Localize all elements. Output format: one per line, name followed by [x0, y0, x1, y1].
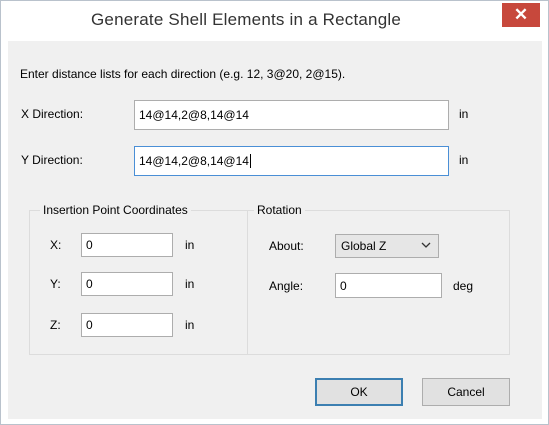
cancel-button[interactable]: Cancel	[422, 378, 510, 406]
insertion-point-title: Insertion Point Coordinates	[40, 203, 191, 217]
instructions-text: Enter distance lists for each direction …	[20, 67, 346, 81]
insertion-y-label: Y:	[50, 277, 61, 291]
rotation-about-label: About:	[269, 239, 304, 253]
rotation-title: Rotation	[254, 203, 305, 217]
y-direction-value: 14@14,2@8,14@14	[139, 154, 249, 168]
rotation-angle-label: Angle:	[269, 279, 304, 293]
y-direction-label: Y Direction:	[21, 153, 83, 167]
y-direction-input[interactable]: 14@14,2@8,14@14	[134, 146, 449, 176]
text-caret	[249, 154, 251, 168]
insertion-x-unit: in	[185, 238, 195, 252]
insertion-x-value: 0	[86, 238, 93, 252]
insertion-z-value: 0	[86, 318, 93, 332]
rotation-group: Rotation About: Global Z Angle: 0 deg	[247, 203, 510, 355]
insertion-z-input[interactable]: 0	[81, 313, 173, 337]
x-direction-value: 14@14,2@8,14@14	[139, 108, 249, 122]
rotation-angle-unit: deg	[453, 279, 474, 293]
x-direction-label: X Direction:	[21, 107, 84, 121]
x-direction-input[interactable]: 14@14,2@8,14@14	[134, 100, 449, 130]
insertion-z-label: Z:	[50, 318, 61, 332]
rotation-about-value: Global Z	[341, 239, 387, 253]
dialog-body: Enter distance lists for each direction …	[8, 41, 542, 419]
dialog-window: Generate Shell Elements in a Rectangle ✕…	[0, 0, 549, 425]
x-direction-unit: in	[459, 107, 469, 121]
insertion-y-value: 0	[86, 277, 93, 291]
insertion-y-unit: in	[185, 277, 195, 291]
insertion-x-input[interactable]: 0	[81, 233, 173, 257]
insertion-point-group: Insertion Point Coordinates X: 0 in Y: 0…	[29, 203, 248, 355]
rotation-angle-input[interactable]: 0	[335, 273, 442, 298]
y-direction-unit: in	[459, 153, 469, 167]
dialog-title: Generate Shell Elements in a Rectangle	[91, 10, 401, 29]
title-bar[interactable]: Generate Shell Elements in a Rectangle ✕	[1, 1, 548, 41]
insertion-x-label: X:	[50, 238, 62, 252]
insertion-y-input[interactable]: 0	[81, 272, 173, 296]
rotation-about-select[interactable]: Global Z	[335, 234, 439, 258]
rotation-angle-value: 0	[340, 278, 347, 293]
close-button[interactable]: ✕	[502, 3, 540, 27]
insertion-z-unit: in	[185, 318, 195, 332]
chevron-down-icon	[421, 242, 431, 248]
ok-button[interactable]: OK	[315, 378, 403, 406]
close-icon: ✕	[513, 5, 529, 24]
